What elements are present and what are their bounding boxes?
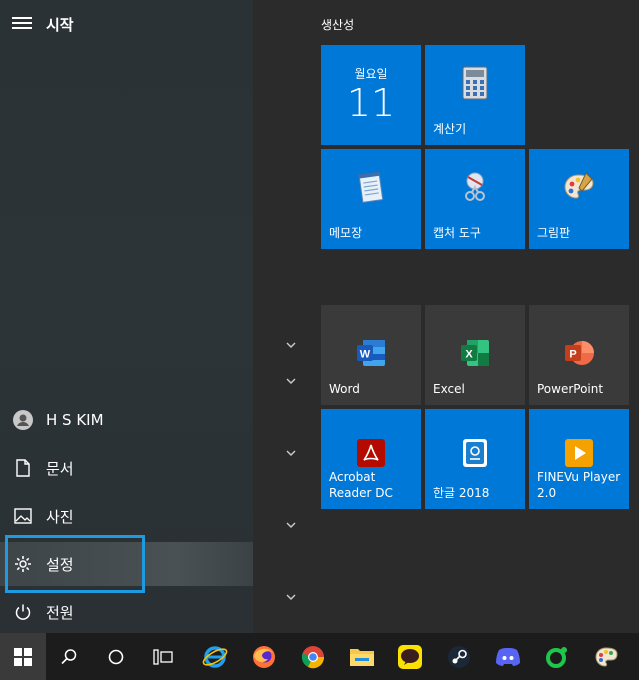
- svg-text:X: X: [465, 349, 473, 361]
- tile-hangul-label: 한글 2018: [433, 486, 490, 500]
- tile-paint-label: 그림판: [537, 226, 571, 240]
- pictures-icon: [0, 508, 46, 524]
- chevron-down-icon[interactable]: [284, 376, 298, 386]
- cortana-circle-icon: [108, 649, 124, 664]
- firefox-icon: [253, 645, 275, 668]
- group-title: 생산성: [321, 18, 355, 32]
- start-title: 시작: [46, 16, 74, 34]
- tile-snipping-tool[interactable]: 캡처 도구: [425, 149, 525, 249]
- rail-settings-label: 설정: [46, 555, 74, 574]
- tile-notepad[interactable]: 메모장: [321, 149, 421, 249]
- rail-item-user[interactable]: H S KIM: [0, 398, 253, 442]
- windows-logo-icon: [14, 647, 32, 666]
- start-left-rail: 시작 H S KIM 문서 사진 설정 전원: [0, 0, 253, 633]
- scissors-icon: [458, 171, 492, 207]
- rail-item-power[interactable]: 전원: [0, 590, 253, 634]
- task-view-icon: [153, 648, 173, 665]
- hangul-icon: [460, 437, 490, 473]
- chevron-down-icon[interactable]: [284, 448, 298, 458]
- task-view-button[interactable]: [140, 633, 186, 680]
- taskbar-discord[interactable]: [485, 633, 531, 680]
- taskbar-firefox[interactable]: [241, 633, 287, 680]
- taskbar-file-explorer[interactable]: [339, 633, 385, 680]
- tile-calendar[interactable]: 월요일 11: [321, 45, 421, 145]
- rail-pictures-label: 사진: [46, 507, 74, 526]
- rail-power-label: 전원: [46, 603, 74, 622]
- tile-word[interactable]: W Word: [321, 305, 421, 405]
- gear-icon: [0, 555, 46, 573]
- tile-excel[interactable]: X Excel: [425, 305, 525, 405]
- tile-acrobat-label-line1: Acrobat: [329, 470, 376, 484]
- tile-word-label: Word: [329, 382, 360, 396]
- green-ring-app-icon: [546, 646, 567, 668]
- search-icon: [61, 648, 77, 664]
- taskbar-ie[interactable]: [192, 633, 238, 680]
- excel-icon: X: [459, 338, 491, 372]
- palette-icon: [595, 646, 618, 667]
- tile-finevu-label: FINEVu Player 2.0: [537, 469, 620, 501]
- user-avatar-icon: [0, 410, 46, 430]
- tile-notepad-label: 메모장: [329, 226, 363, 240]
- kakaotalk-icon: [398, 644, 422, 669]
- rail-item-documents[interactable]: 문서: [0, 446, 253, 490]
- rail-documents-label: 문서: [46, 459, 74, 478]
- tile-finevu-label-line2: 2.0: [537, 486, 557, 500]
- tile-hangul[interactable]: 한글 2018: [425, 409, 525, 509]
- palette-icon: [562, 171, 596, 207]
- tile-calculator-label: 계산기: [433, 122, 467, 136]
- calendar-date: 11: [346, 81, 396, 125]
- steam-icon: [448, 645, 470, 668]
- calculator-icon: [462, 66, 488, 104]
- chevron-down-icon[interactable]: [284, 520, 298, 530]
- tile-acrobat-label: Acrobat Reader DC: [329, 469, 393, 501]
- chevron-down-icon[interactable]: [284, 340, 298, 350]
- start-button[interactable]: [0, 633, 46, 680]
- hamburger-menu-icon[interactable]: [12, 14, 32, 34]
- tile-acrobat-label-line2: Reader DC: [329, 486, 393, 500]
- notepad-icon: [356, 171, 386, 207]
- taskbar-steam[interactable]: [436, 633, 482, 680]
- tile-powerpoint-label: PowerPoint: [537, 382, 604, 396]
- acrobat-icon: [356, 438, 386, 472]
- power-icon: [0, 603, 46, 621]
- svg-text:P: P: [569, 349, 576, 361]
- powerpoint-icon: P: [563, 338, 595, 372]
- chrome-icon: [301, 645, 325, 668]
- folder-icon: [350, 648, 374, 666]
- taskbar: [0, 633, 639, 680]
- rail-item-settings[interactable]: 설정: [0, 542, 253, 586]
- rail-user-label: H S KIM: [46, 411, 104, 429]
- rail-item-pictures[interactable]: 사진: [0, 494, 253, 538]
- tile-paint[interactable]: 그림판: [529, 149, 629, 249]
- discord-icon: [496, 647, 520, 666]
- taskbar-search-button[interactable]: [46, 633, 92, 680]
- document-icon: [0, 459, 46, 477]
- chevron-down-icon[interactable]: [284, 592, 298, 602]
- tile-powerpoint[interactable]: P PowerPoint: [529, 305, 629, 405]
- svg-text:W: W: [360, 349, 371, 361]
- cortana-button[interactable]: [93, 633, 139, 680]
- taskbar-paint[interactable]: [584, 633, 630, 680]
- play-icon: [564, 438, 594, 472]
- tile-excel-label: Excel: [433, 382, 465, 396]
- tile-snipping-label: 캡처 도구: [433, 226, 481, 240]
- taskbar-green-app[interactable]: [534, 633, 580, 680]
- taskbar-kakaotalk[interactable]: [387, 633, 433, 680]
- calendar-day: 월요일: [354, 67, 388, 81]
- tile-acrobat[interactable]: Acrobat Reader DC: [321, 409, 421, 509]
- internet-explorer-icon: [202, 645, 228, 668]
- tile-finevu[interactable]: FINEVu Player 2.0: [529, 409, 629, 509]
- taskbar-chrome[interactable]: [290, 633, 336, 680]
- tile-calculator[interactable]: 계산기: [425, 45, 525, 145]
- tile-finevu-label-line1: FINEVu Player: [537, 470, 621, 484]
- word-icon: W: [355, 338, 387, 372]
